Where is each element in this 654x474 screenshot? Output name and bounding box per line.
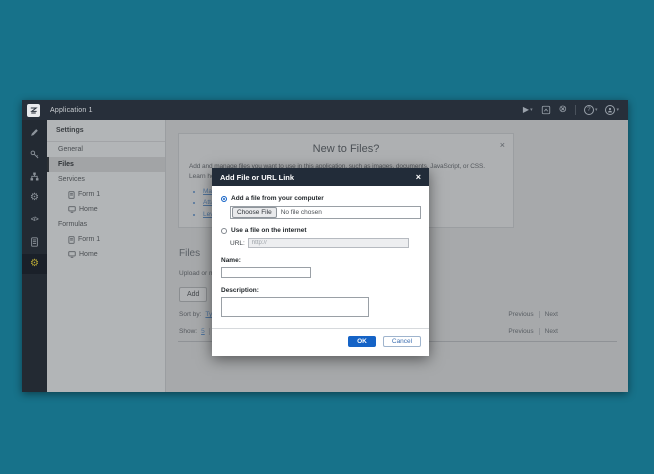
computer-radio[interactable] <box>221 196 227 202</box>
database-icon[interactable] <box>22 232 47 252</box>
description-label: Description: <box>221 287 421 294</box>
topbar-actions: ▶▾ ⊗ ?▾ ▾ <box>523 105 628 115</box>
pencil-icon[interactable] <box>22 122 47 142</box>
next-link[interactable]: Next <box>545 328 558 335</box>
pagination-bottom: Previous Next <box>508 328 558 335</box>
banner-close-icon[interactable]: × <box>500 140 505 150</box>
sort-by-label: Sort by: <box>179 311 201 318</box>
dialog-header: Add File or URL Link × <box>212 168 429 186</box>
url-input[interactable] <box>248 238 409 248</box>
app-title: Application 1 <box>50 107 93 114</box>
help-icon[interactable]: ?▾ <box>584 105 598 115</box>
dialog-close-icon[interactable]: × <box>416 172 421 182</box>
ok-button[interactable]: OK <box>348 336 376 347</box>
banner-title: New to Files? <box>179 143 513 155</box>
sidebar-item-services-home[interactable]: Home <box>47 202 165 217</box>
cancel-button[interactable]: Cancel <box>383 336 421 347</box>
home-page-icon <box>68 206 76 213</box>
url-label: URL: <box>230 240 245 247</box>
sidebar-item-formulas-form1[interactable]: Form 1 <box>47 232 165 247</box>
dialog-body: Add a file from your computer Choose Fil… <box>212 186 429 317</box>
key-icon[interactable] <box>22 144 47 164</box>
package-icon[interactable] <box>541 105 551 115</box>
app-logo-icon <box>27 104 40 117</box>
sidebar-item-formulas[interactable]: Formulas <box>47 217 165 232</box>
previous-link[interactable]: Previous <box>508 311 533 318</box>
previous-link[interactable]: Previous <box>508 328 533 335</box>
icon-rail: ⚙ </> ⚙ <box>22 120 47 392</box>
internet-radio-label: Use a file on the internet <box>231 227 307 234</box>
play-icon[interactable]: ▶▾ <box>523 106 533 114</box>
file-status-text: No file chosen <box>281 209 322 216</box>
code-icon[interactable]: </> <box>22 210 47 230</box>
sidebar-item-services-form1[interactable]: Form 1 <box>47 187 165 202</box>
next-link[interactable]: Next <box>545 311 558 318</box>
dialog-title: Add File or URL Link <box>220 173 294 182</box>
internet-radio-row: Use a file on the internet <box>221 227 421 234</box>
computer-radio-label: Add a file from your computer <box>231 195 324 202</box>
topbar-divider <box>575 105 576 115</box>
settings-sidebar: Settings General Files Services Form 1 H… <box>47 120 166 392</box>
home-page-icon <box>68 251 76 258</box>
show-5-link[interactable]: 5 <box>201 328 205 335</box>
settings-gear-icon[interactable]: ⚙ <box>22 254 47 274</box>
files-heading: Files <box>179 248 200 259</box>
sidebar-header: Settings <box>47 120 165 142</box>
description-input[interactable] <box>221 297 369 317</box>
url-row: URL: <box>230 238 421 248</box>
sidebar-item-general[interactable]: General <box>47 142 165 157</box>
add-file-dialog: Add File or URL Link × Add a file from y… <box>212 168 429 356</box>
form-icon <box>68 191 75 199</box>
name-input[interactable] <box>221 267 311 278</box>
dialog-footer: OK Cancel <box>212 328 429 356</box>
close-circle-icon[interactable]: ⊗ <box>559 105 567 115</box>
choose-file-button[interactable]: Choose File <box>232 207 277 218</box>
computer-radio-row: Add a file from your computer <box>221 195 421 202</box>
sidebar-item-formulas-home[interactable]: Home <box>47 247 165 262</box>
top-bar: Application 1 ▶▾ ⊗ ?▾ ▾ <box>22 100 628 120</box>
sidebar-item-services[interactable]: Services <box>47 172 165 187</box>
name-label: Name: <box>221 257 421 264</box>
sitemap-icon[interactable] <box>22 166 47 186</box>
account-icon[interactable]: ▾ <box>605 105 619 115</box>
pagination-top: Previous Next <box>508 311 558 318</box>
form-icon <box>68 236 75 244</box>
sidebar-item-files[interactable]: Files <box>47 157 165 172</box>
add-file-button[interactable]: Add <box>179 287 207 302</box>
show-label: Show: <box>179 328 197 335</box>
cog-icon[interactable]: ⚙ <box>22 188 47 208</box>
file-input[interactable]: Choose File No file chosen <box>230 206 421 219</box>
internet-radio[interactable] <box>221 228 227 234</box>
